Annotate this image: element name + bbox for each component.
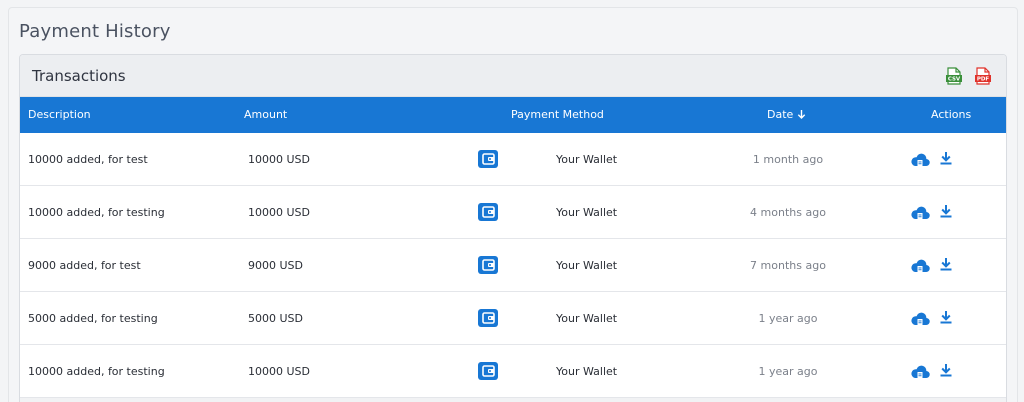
svg-text:CSV: CSV [948,77,961,83]
row-amount: 10000 USD [248,365,310,378]
table-row: 10000 added, for testing 10000 USD Your … [20,345,1006,398]
table-row: 10000 added, for testing 10000 USD Your … [20,186,1006,239]
table-row: 9000 added, for test 9000 USD Your Walle… [20,239,1006,292]
row-payment-method: Your Wallet [556,153,618,166]
row-description: 10000 added, for testing [28,206,165,219]
card-title: Transactions [32,67,126,85]
wallet-icon [478,256,498,274]
row-description: 9000 added, for test [28,259,141,272]
row-description: 10000 added, for test [28,153,148,166]
table-header: Description Amount Payment Method Date A… [20,97,1006,133]
table-row: 10000 added, for test 10000 USD Your Wal… [20,133,1006,186]
row-payment-method: Your Wallet [556,259,618,272]
table-row: 5000 added, for testing 5000 USD Your Wa… [20,292,1006,345]
row-date: 1 year ago [758,365,818,378]
csv-file-icon[interactable]: CSV [946,67,962,85]
wallet-icon [478,150,498,168]
column-payment-method[interactable]: Payment Method [511,108,604,121]
cloud-invoice-icon[interactable] [910,364,930,380]
table-body: 10000 added, for test 10000 USD Your Wal… [20,133,1006,398]
download-icon[interactable] [940,151,952,165]
wallet-icon [478,309,498,327]
download-icon[interactable] [940,204,952,218]
row-amount: 5000 USD [248,312,303,325]
row-date: 1 year ago [758,312,818,325]
column-actions: Actions [931,108,972,121]
cloud-invoice-icon[interactable] [910,258,930,274]
card-header: Transactions CSV PDF [20,55,1006,97]
column-description[interactable]: Description [28,108,91,121]
row-payment-method: Your Wallet [556,312,618,325]
row-date: 7 months ago [750,259,826,272]
svg-text:PDF: PDF [977,77,990,83]
download-icon[interactable] [940,363,952,377]
row-amount: 9000 USD [248,259,303,272]
download-icon[interactable] [940,257,952,271]
column-date[interactable]: Date [767,108,806,121]
column-date-label: Date [767,108,794,121]
row-date: 4 months ago [750,206,826,219]
cloud-invoice-icon[interactable] [910,311,930,327]
row-description: 10000 added, for testing [28,365,165,378]
row-amount: 10000 USD [248,206,310,219]
table-footer [20,398,1006,402]
row-payment-method: Your Wallet [556,206,618,219]
row-description: 5000 added, for testing [28,312,158,325]
cloud-invoice-icon[interactable] [910,152,930,168]
cloud-invoice-icon[interactable] [910,205,930,221]
arrow-down-icon [798,110,806,119]
download-icon[interactable] [940,310,952,324]
wallet-icon [478,362,498,380]
column-amount[interactable]: Amount [244,108,287,121]
pdf-file-icon[interactable]: PDF [975,67,991,85]
wallet-icon [478,203,498,221]
transactions-card: Transactions CSV PDF Description Amount … [19,54,1007,402]
row-amount: 10000 USD [248,153,310,166]
row-payment-method: Your Wallet [556,365,618,378]
page-title: Payment History [19,21,171,42]
row-date: 1 month ago [752,153,824,166]
